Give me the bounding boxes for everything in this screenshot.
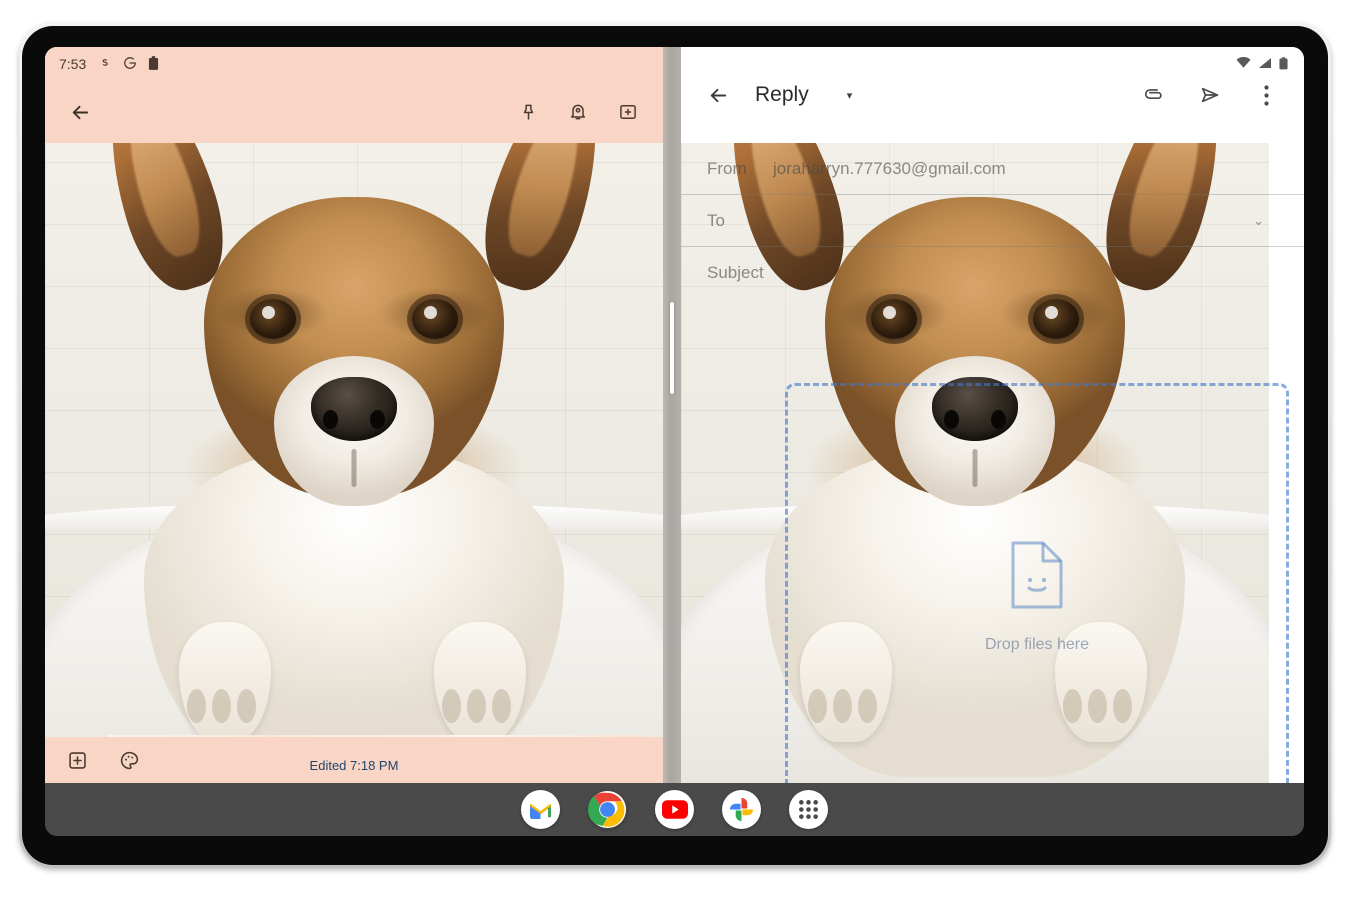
reminder-bell-icon[interactable] bbox=[563, 97, 593, 127]
pin-icon[interactable] bbox=[513, 97, 543, 127]
note-edited-timestamp: Edited 7:18 PM bbox=[309, 758, 399, 773]
keep-note-body[interactable]: Edited 7:18 PM bbox=[45, 143, 663, 783]
gmail-compose-toolbar: Reply ▾ bbox=[681, 47, 1304, 143]
chrome-app-icon[interactable] bbox=[588, 790, 627, 829]
compose-mode-title: Reply bbox=[755, 83, 809, 106]
tablet-screen: 7:53 Edited 7:18 PM Reply ▾ From jorahar… bbox=[45, 47, 1304, 836]
signal-icon bbox=[1258, 57, 1272, 71]
chevron-down-icon[interactable]: ▾ bbox=[847, 89, 853, 102]
subject-label: Subject bbox=[707, 263, 764, 282]
split-screen-divider[interactable] bbox=[663, 47, 681, 783]
photos-app-icon[interactable] bbox=[722, 790, 761, 829]
from-value: joraharryn.777630@gmail.com bbox=[773, 158, 1006, 178]
drop-zone-label: Drop files here bbox=[984, 635, 1090, 653]
right-panel-gmail-compose[interactable]: Reply ▾ From joraharryn.777630@gmail.com… bbox=[681, 47, 1304, 783]
overflow-menu-icon[interactable] bbox=[1250, 79, 1282, 111]
status-bar: 7:53 bbox=[45, 47, 663, 81]
google-icon bbox=[123, 56, 137, 72]
left-panel-google-keep[interactable]: 7:53 Edited 7:18 PM bbox=[45, 47, 663, 783]
attach-paperclip-icon[interactable] bbox=[1138, 79, 1170, 111]
file-smile-icon bbox=[1007, 540, 1067, 610]
chevron-down-icon[interactable]: ⌄ bbox=[1253, 213, 1264, 229]
from-field[interactable]: From joraharryn.777630@gmail.com bbox=[681, 143, 1304, 195]
status-bar-right bbox=[1229, 47, 1288, 81]
back-button[interactable] bbox=[703, 80, 733, 110]
app-drawer-icon[interactable] bbox=[789, 790, 828, 829]
wifi-icon bbox=[1236, 56, 1251, 71]
divider-drag-handle[interactable] bbox=[670, 302, 674, 394]
youtube-app-icon[interactable] bbox=[655, 790, 694, 829]
battery-saver-icon bbox=[148, 55, 159, 73]
compose-fields[interactable]: From joraharryn.777630@gmail.com To ⌄ Su… bbox=[681, 143, 1304, 299]
to-label: To bbox=[707, 210, 725, 230]
taskbar-dock[interactable] bbox=[45, 783, 1304, 836]
archive-icon[interactable] bbox=[613, 97, 643, 127]
back-button[interactable] bbox=[65, 97, 95, 127]
file-drop-zone[interactable]: Drop files here bbox=[785, 383, 1289, 783]
gmail-compose-body[interactable]: From joraharryn.777630@gmail.com To ⌄ Su… bbox=[681, 143, 1304, 783]
status-bar-time: 7:53 bbox=[59, 56, 87, 72]
subject-field[interactable]: Subject bbox=[681, 247, 1304, 299]
skype-icon bbox=[98, 56, 112, 72]
send-icon[interactable] bbox=[1194, 79, 1226, 111]
to-field[interactable]: To ⌄ bbox=[681, 195, 1304, 247]
from-label: From bbox=[707, 158, 747, 178]
gmail-app-icon[interactable] bbox=[521, 790, 560, 829]
battery-icon bbox=[1279, 56, 1288, 72]
keep-toolbar bbox=[45, 81, 663, 143]
